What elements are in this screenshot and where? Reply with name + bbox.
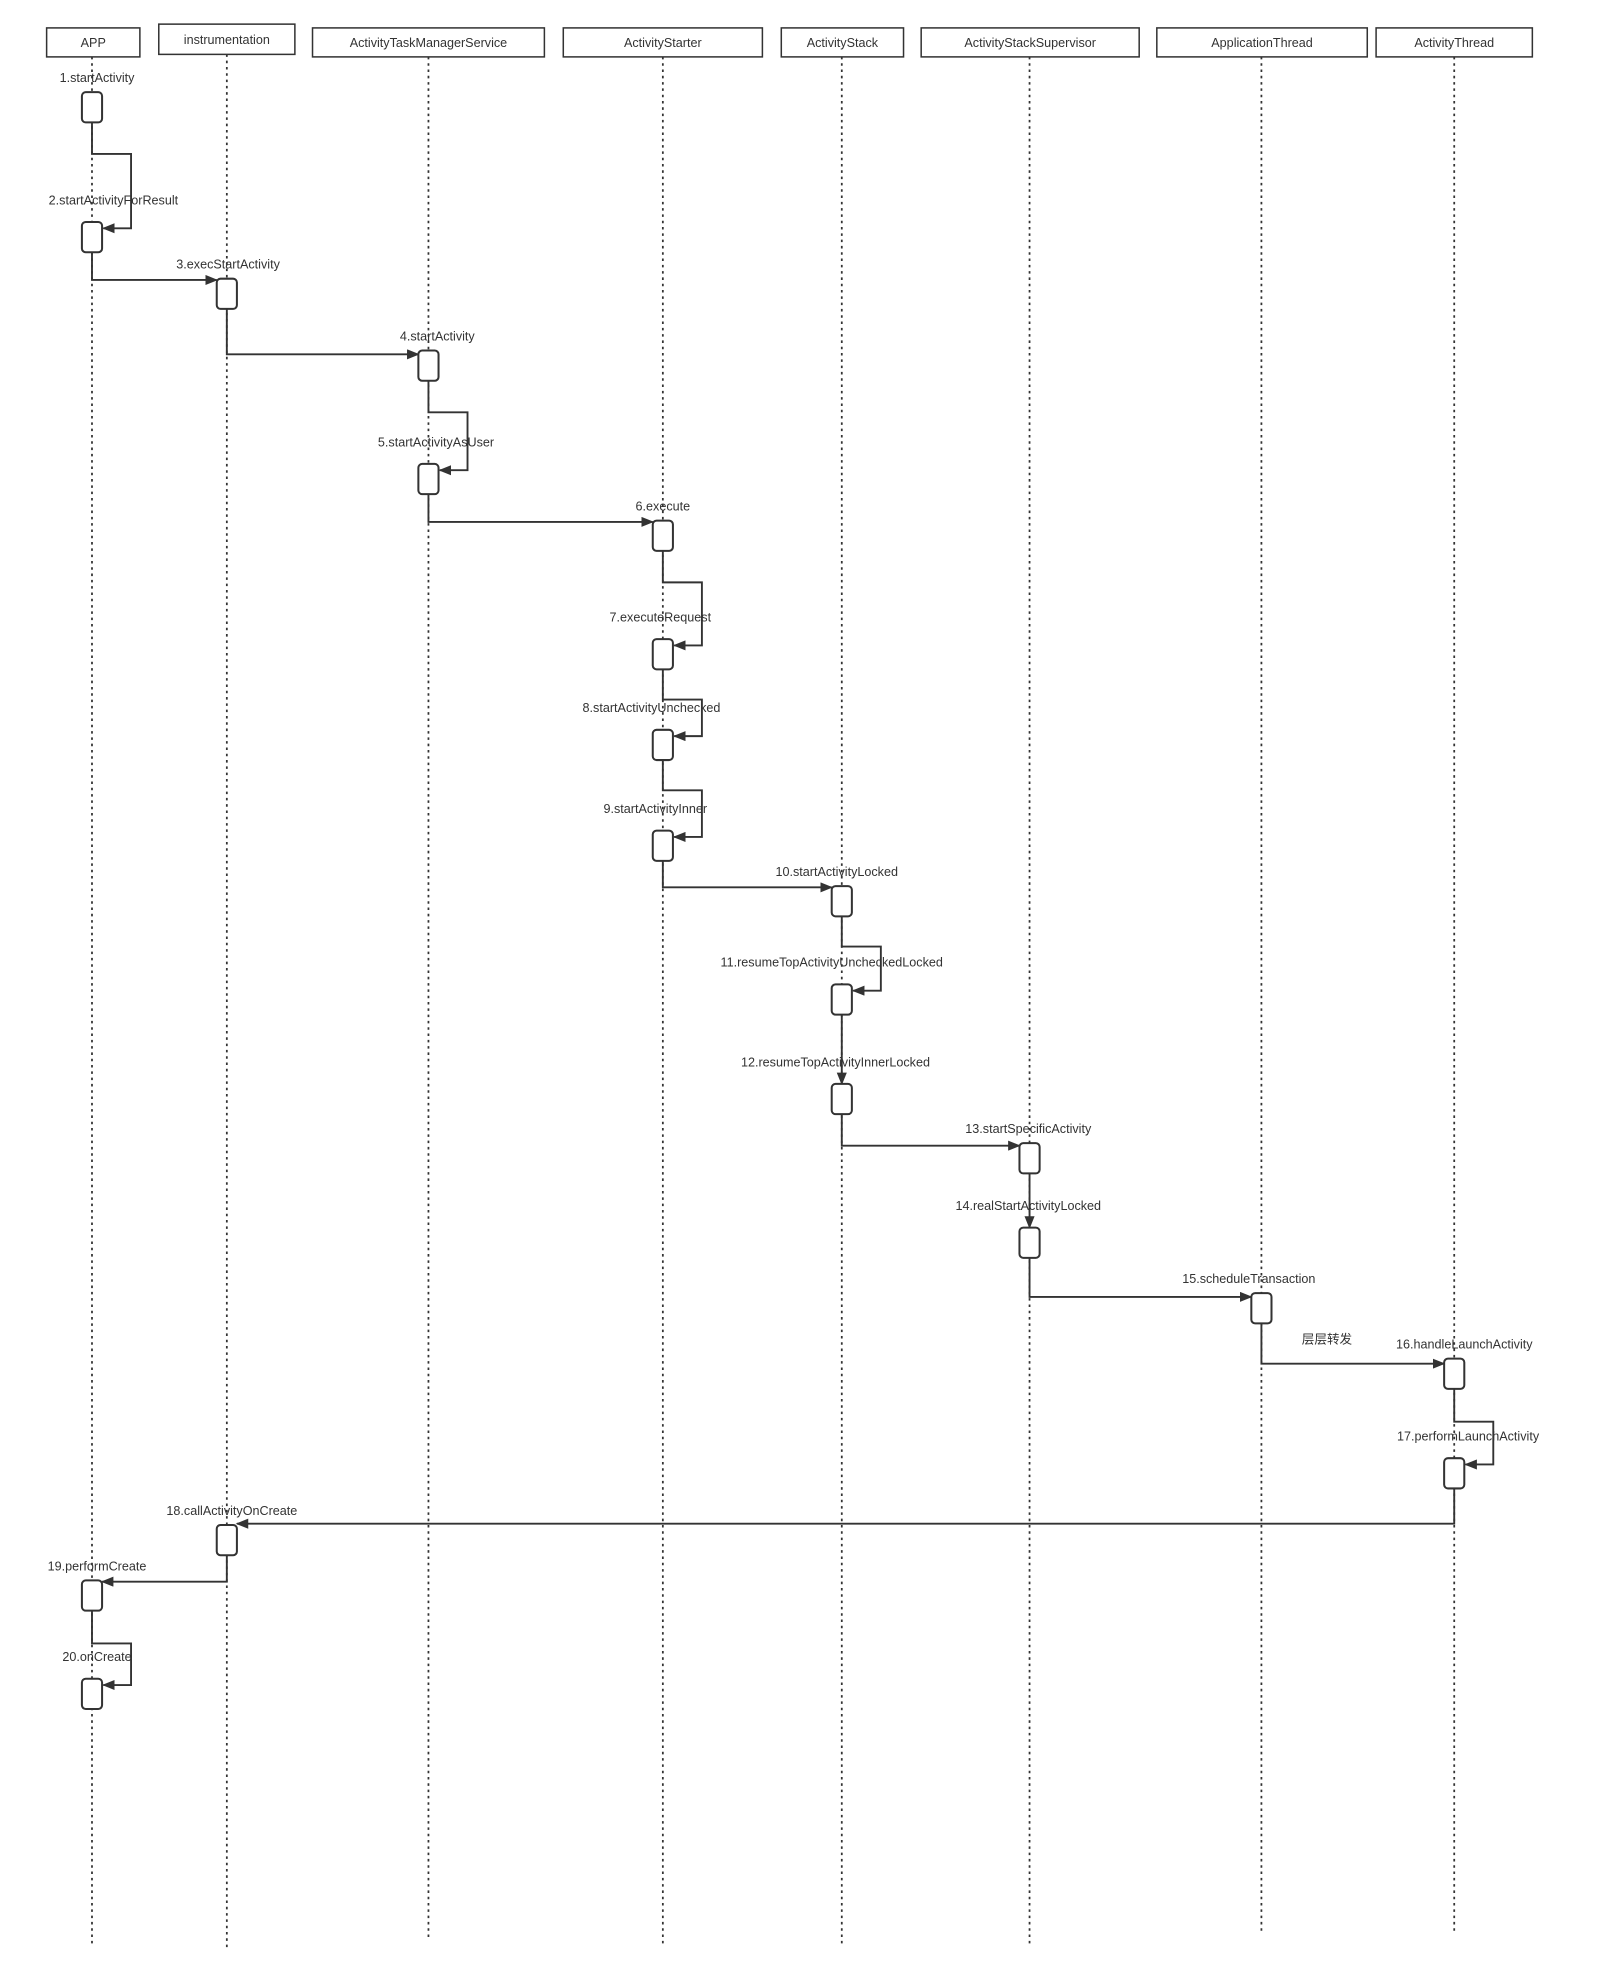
participant: ActivityThread bbox=[1375, 27, 1534, 58]
activation-box bbox=[215, 1523, 238, 1557]
message-arrow bbox=[427, 494, 655, 527]
note-forwarding: 层层转发 bbox=[1302, 1332, 1353, 1347]
message-label: 10.startActivityLocked bbox=[775, 865, 898, 879]
activation-box bbox=[215, 277, 238, 310]
activation-box bbox=[651, 519, 674, 552]
message-arrow bbox=[91, 122, 133, 234]
message-label: 18.callActivityOnCreate bbox=[166, 1504, 297, 1518]
participant-name: APP bbox=[81, 36, 106, 50]
message-label: 9.startActivityInner bbox=[603, 802, 707, 816]
activation-box bbox=[1018, 1142, 1041, 1175]
activation-box bbox=[417, 462, 440, 496]
activation-box bbox=[830, 983, 853, 1016]
message-label: 4.startActivity bbox=[400, 329, 476, 343]
activation-box bbox=[1443, 1357, 1466, 1390]
message-label: 15.scheduleTransaction bbox=[1182, 1272, 1315, 1286]
activation-box bbox=[80, 1677, 104, 1710]
activation-box bbox=[651, 829, 674, 862]
activation-box bbox=[417, 349, 440, 382]
message-label: 17.performLaunchActivity bbox=[1397, 1430, 1540, 1444]
message-label: 1.startActivity bbox=[60, 71, 136, 85]
participant: ApplicationThread bbox=[1156, 27, 1369, 58]
activation-box bbox=[80, 91, 104, 124]
message-label: 5.startActivityAsUser bbox=[378, 435, 494, 449]
message-label: 2.startActivityForResult bbox=[49, 193, 179, 207]
participant-name: instrumentation bbox=[184, 33, 270, 47]
activation-box bbox=[830, 885, 853, 918]
activation-box bbox=[651, 638, 674, 671]
message-label: 20.onCreate bbox=[62, 1650, 131, 1664]
message-arrow bbox=[840, 916, 882, 996]
participant: ActivityStarter bbox=[562, 27, 764, 58]
message-label: 7.executeRequest bbox=[610, 610, 712, 624]
message-label: 14.realStartActivityLocked bbox=[955, 1199, 1101, 1213]
participant-name: ActivityStack bbox=[807, 36, 879, 50]
participant: ActivityTaskManagerService bbox=[311, 27, 546, 58]
activation-box bbox=[1250, 1292, 1273, 1325]
message-label: 11.resumeTopActivityUncheckedLocked bbox=[721, 956, 943, 970]
activation-box bbox=[830, 1082, 853, 1116]
message-arrow bbox=[427, 380, 469, 476]
participant: ActivityStackSupervisor bbox=[920, 27, 1140, 58]
message-arrow bbox=[235, 1488, 1456, 1529]
message-label: 6.execute bbox=[636, 500, 691, 514]
message-label: 12.resumeTopActivityInnerLocked bbox=[741, 1055, 930, 1069]
activation-box bbox=[1443, 1457, 1466, 1490]
activation-box bbox=[80, 1579, 104, 1612]
activation-box bbox=[1018, 1226, 1041, 1259]
message-label: 8.startActivityUnchecked bbox=[583, 701, 721, 715]
activation-box bbox=[651, 728, 674, 762]
participant: instrumentation bbox=[158, 23, 296, 56]
message-label: 16.handleLaunchActivity bbox=[1396, 1338, 1533, 1352]
participant-name: ActivityStackSupervisor bbox=[964, 36, 1096, 50]
message-arrow bbox=[1453, 1388, 1495, 1470]
message-label: 3.execStartActivity bbox=[176, 258, 280, 272]
message-label: 19.performCreate bbox=[48, 1559, 147, 1573]
participant-name: ActivityThread bbox=[1414, 36, 1494, 50]
sequence-diagram: APP instrumentation ActivityTaskManagerSer… bbox=[45, 23, 1540, 1948]
message-arrow bbox=[91, 1610, 133, 1691]
participant-name: ActivityStarter bbox=[624, 36, 702, 50]
message-label: 13.startSpecificActivity bbox=[965, 1122, 1092, 1136]
participant: APP bbox=[45, 27, 141, 58]
message-arrow bbox=[225, 308, 420, 360]
message-arrow bbox=[661, 550, 703, 651]
participant-name: ApplicationThread bbox=[1211, 36, 1313, 50]
message-arrow bbox=[661, 760, 703, 842]
activation-box bbox=[80, 220, 104, 254]
participant: ActivityStack bbox=[780, 27, 905, 58]
participant-name: ActivityTaskManagerService bbox=[350, 36, 507, 50]
